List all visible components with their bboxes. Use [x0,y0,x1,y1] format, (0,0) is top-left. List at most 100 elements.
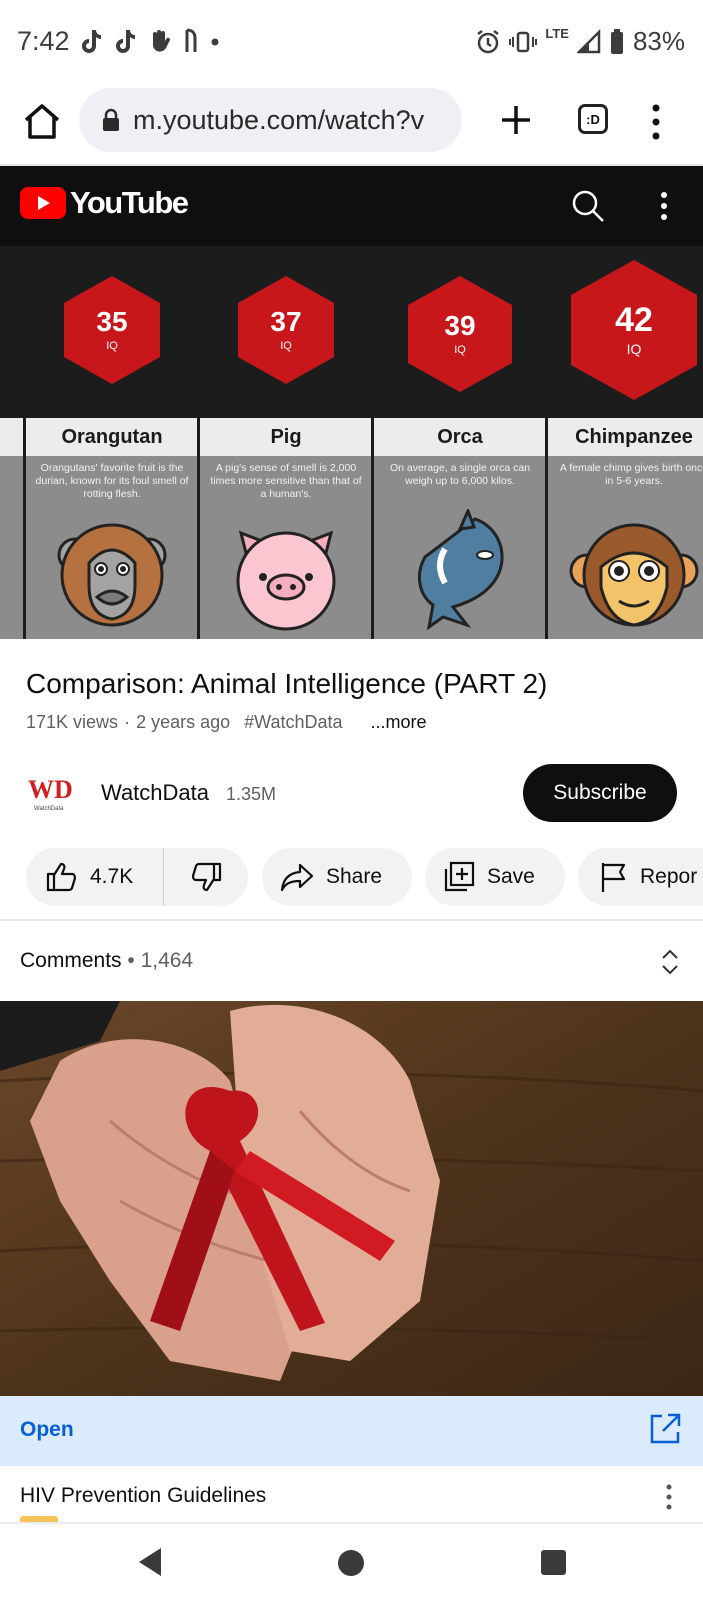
iq-value: 35 [96,306,128,337]
vibrate-icon [509,31,538,52]
ad-open-bar[interactable]: Open [0,1396,703,1466]
video-column-orca: 39 IQ Orca On average, a single orca can… [374,246,546,639]
youtube-logo[interactable]: YouTube [20,185,189,221]
alarm-icon [477,29,500,53]
video-column-orangutan: 35 IQ Orangutan Orangutans' favorite fru… [26,246,198,639]
browser-menu-icon[interactable] [644,100,668,144]
url-bar[interactable]: m.youtube.com/watch?v [79,88,462,152]
status-time: 7:42 [17,26,70,56]
animal-fact: On average, a single orca can weigh up t… [389,462,531,487]
subscribe-button[interactable]: Subscribe [523,764,677,822]
meta-separator: · [124,712,131,732]
share-icon [280,863,314,892]
animal-fact: Orangutans' favorite fruit is the durian… [35,462,189,500]
pig-icon [236,530,336,631]
search-icon[interactable] [568,186,608,226]
animal-name: Orca [374,418,546,456]
video-column-partial [0,246,23,639]
more-description-button[interactable]: ...more [371,712,427,733]
back-icon[interactable] [137,1546,163,1578]
save-label: Save [487,865,535,888]
notification-icons [80,28,220,54]
channel-logo-text: WD [28,775,73,804]
like-count: 4.7K [90,865,134,888]
thumbs-up-icon [46,862,77,892]
browser-toolbar: m.youtube.com/watch?v :D [0,86,703,166]
channel-row: WD WatchData WatchData 1.35M Subscribe [0,760,703,828]
animal-name: Pig [200,418,372,456]
iq-label: IQ [454,344,466,356]
dot-icon [211,38,219,46]
animal-fact: A pig's sense of smell is 2,000 times mo… [210,462,362,500]
channel-logo-subtext: WatchData [34,806,64,812]
animal-name: Orangutan [26,418,198,456]
youtube-header: YouTube [0,166,703,246]
orangutan-icon [57,523,167,627]
channel-name[interactable]: WatchData [101,780,209,806]
tab-switcher-button[interactable]: :D [578,104,608,134]
iq-value: 39 [444,310,476,341]
home-icon[interactable] [20,100,64,144]
animal-name: Chimpanzee [548,418,703,456]
external-link-icon[interactable] [648,1412,682,1446]
report-label: Repor [640,865,698,888]
recent-apps-icon[interactable] [541,1550,566,1575]
chimpanzee-icon [569,523,699,627]
system-status: LTE 83% [475,26,685,57]
signal-icon [576,28,601,53]
ad-title: HIV Prevention Guidelines [20,1484,267,1507]
action-chips: 4.7K Share Save Repor [0,848,703,908]
video-player[interactable]: 35 IQ Orangutan Orangutans' favorite fru… [0,246,703,639]
thumbs-down-icon [191,862,222,892]
url-text: m.youtube.com/watch?v [133,104,425,135]
system-nav-bar [0,1522,703,1600]
youtube-logo-text: YouTube [70,185,189,220]
upload-age: 2 years ago [136,712,231,732]
iq-hexagon: 42 IQ [571,260,697,400]
iq-hexagon: 39 IQ [408,276,512,392]
iq-hexagon: 35 IQ [64,276,160,384]
network-type: LTE [545,26,569,41]
ad-title-row[interactable]: HIV Prevention Guidelines [0,1466,703,1522]
share-button[interactable]: Share [262,848,412,906]
hands-with-ribbon-image [0,1001,703,1396]
tiktok-icon [82,30,101,53]
iq-label: IQ [626,341,642,357]
animal-fact: A female chimp gives birth once in 5-6 y… [559,462,703,487]
save-button[interactable]: Save [425,848,565,906]
fitness-icon [185,28,197,52]
more-options-icon[interactable] [654,186,674,226]
comments-count: 1,464 [140,949,194,972]
battery-level: 83% [632,26,685,56]
iq-hexagon: 37 IQ [238,276,334,384]
iq-label: IQ [280,340,292,352]
ad-more-options-icon[interactable] [664,1482,674,1512]
iq-label: IQ [106,340,118,352]
video-column-chimpanzee: 42 IQ Chimpanzee A female chimp gives bi… [548,246,703,639]
dislike-button[interactable] [164,848,248,906]
channel-avatar[interactable]: WD WatchData [26,770,78,814]
flag-icon [601,863,626,892]
status-bar: 7:42 LTE 83% [0,0,703,86]
comments-label: Comments [20,949,122,972]
view-count: 171K views [26,712,119,732]
ad-open-button[interactable]: Open [20,1418,74,1442]
iq-value: 42 [615,301,653,339]
lock-icon [103,108,119,131]
hashtag-link[interactable]: #WatchData [244,712,342,733]
home-nav-icon[interactable] [338,1550,364,1576]
add-to-playlist-icon [444,861,475,892]
report-button[interactable]: Repor [578,848,703,906]
video-title: Comparison: Animal Intelligence (PART 2) [26,668,548,699]
ad-image[interactable] [0,1001,703,1396]
tiktok-icon [116,30,135,53]
battery-icon [610,28,623,54]
expand-collapse-icon[interactable] [660,947,680,977]
comments-section[interactable]: Comments • 1,464 [0,921,703,1001]
video-meta[interactable]: 171K views · 2 years ago #WatchData ...m… [26,712,427,733]
like-button[interactable]: 4.7K [26,848,164,906]
youtube-play-icon [20,187,66,219]
hand-icon [153,30,171,52]
new-tab-icon[interactable] [494,98,538,142]
share-label: Share [326,865,383,888]
